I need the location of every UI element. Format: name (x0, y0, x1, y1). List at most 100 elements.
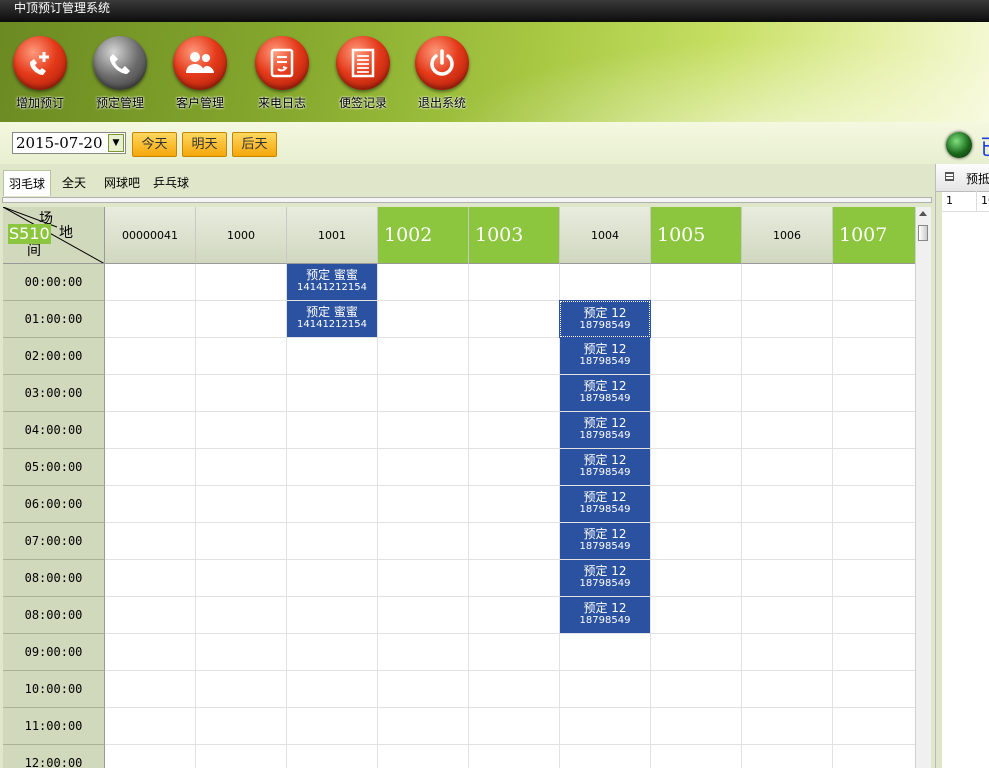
schedule-cell[interactable] (287, 708, 378, 745)
pane-splitter[interactable] (936, 164, 942, 768)
tomorrow-button[interactable]: 明天 (182, 132, 227, 157)
court-header[interactable]: 1002 (378, 207, 469, 264)
schedule-cell[interactable] (651, 597, 742, 634)
schedule-cell[interactable] (651, 338, 742, 375)
schedule-cell[interactable] (833, 264, 915, 301)
schedule-cell[interactable] (287, 449, 378, 486)
date-picker[interactable]: 2015-07-20 ▼ (12, 132, 126, 154)
booking-block[interactable]: 预定 12 18798549 (560, 597, 650, 633)
schedule-cell[interactable] (469, 412, 560, 449)
schedule-cell[interactable] (469, 301, 560, 338)
schedule-cell[interactable] (833, 338, 915, 375)
tab-table-tennis[interactable]: 乒乓球 (148, 170, 194, 196)
schedule-cell[interactable] (196, 523, 287, 560)
schedule-cell[interactable] (287, 560, 378, 597)
schedule-cell[interactable] (560, 671, 651, 708)
scroll-up-arrow-icon[interactable] (919, 211, 927, 216)
schedule-cell[interactable] (105, 745, 196, 768)
schedule-cell[interactable] (833, 745, 915, 768)
schedule-cell[interactable] (469, 634, 560, 671)
schedule-cell[interactable] (651, 671, 742, 708)
court-header[interactable]: 1005 (651, 207, 742, 264)
schedule-cell[interactable] (742, 634, 833, 671)
schedule-cell[interactable] (833, 523, 915, 560)
booking-block[interactable]: 预定 12 18798549 (560, 560, 650, 596)
schedule-cell[interactable] (287, 597, 378, 634)
schedule-cell[interactable] (196, 745, 287, 768)
schedule-cell[interactable] (105, 486, 196, 523)
schedule-cell[interactable] (651, 449, 742, 486)
schedule-cell[interactable] (378, 708, 469, 745)
booking-block[interactable]: 预定 12 18798549 (560, 523, 650, 559)
schedule-cell[interactable] (378, 523, 469, 560)
schedule-cell[interactable] (833, 486, 915, 523)
column-header[interactable]: 预抵 (966, 170, 989, 187)
tab-badminton[interactable]: 羽毛球 (3, 170, 52, 196)
schedule-cell[interactable] (196, 708, 287, 745)
schedule-cell[interactable] (742, 412, 833, 449)
schedule-cell[interactable] (651, 560, 742, 597)
court-header[interactable]: 1000 (196, 207, 287, 264)
schedule-cell[interactable] (742, 486, 833, 523)
schedule-cell[interactable] (105, 560, 196, 597)
booking-block[interactable]: 预定 12 18798549 (560, 412, 650, 448)
schedule-cell[interactable] (560, 264, 651, 301)
schedule-cell[interactable] (651, 264, 742, 301)
schedule-cell[interactable] (287, 486, 378, 523)
schedule-cell[interactable] (378, 486, 469, 523)
schedule-cell[interactable] (833, 375, 915, 412)
booking-block[interactable]: 预定 12 18798549 (560, 338, 650, 374)
customer-management-button[interactable]: 客户管理 (161, 34, 239, 114)
schedule-cell[interactable] (833, 449, 915, 486)
booking-management-button[interactable]: 预定管理 (81, 34, 159, 114)
schedule-cell[interactable] (651, 301, 742, 338)
schedule-cell[interactable] (833, 634, 915, 671)
schedule-cell[interactable] (196, 412, 287, 449)
schedule-cell[interactable] (378, 449, 469, 486)
schedule-cell[interactable] (105, 449, 196, 486)
schedule-cell[interactable] (560, 745, 651, 768)
schedule-cell[interactable] (287, 523, 378, 560)
schedule-cell[interactable] (105, 375, 196, 412)
schedule-cell[interactable] (196, 486, 287, 523)
court-header[interactable]: 1004 (560, 207, 651, 264)
schedule-cell[interactable] (651, 634, 742, 671)
schedule-cell[interactable] (105, 301, 196, 338)
court-header[interactable]: 1003 (469, 207, 560, 264)
schedule-cell[interactable] (378, 375, 469, 412)
vertical-scrollbar[interactable] (915, 207, 931, 768)
schedule-cell[interactable] (560, 708, 651, 745)
schedule-cell[interactable] (742, 301, 833, 338)
list-row[interactable]: 1 10 (942, 191, 989, 212)
schedule-cell[interactable] (469, 523, 560, 560)
schedule-cell[interactable] (287, 412, 378, 449)
schedule-cell[interactable] (287, 671, 378, 708)
booking-block[interactable]: 预定 12 18798549 (559, 300, 651, 338)
booking-block[interactable]: 预定 12 18798549 (560, 375, 650, 411)
court-header[interactable]: 00000041 (105, 207, 196, 264)
schedule-cell[interactable] (196, 375, 287, 412)
schedule-cell[interactable] (469, 597, 560, 634)
schedule-cell[interactable] (196, 560, 287, 597)
schedule-cell[interactable] (742, 745, 833, 768)
schedule-cell[interactable] (196, 449, 287, 486)
schedule-cell[interactable] (469, 338, 560, 375)
schedule-cell[interactable] (105, 634, 196, 671)
schedule-cell[interactable] (378, 745, 469, 768)
today-button[interactable]: 今天 (132, 132, 177, 157)
add-booking-button[interactable]: 增加预订 (1, 34, 79, 114)
schedule-cell[interactable] (742, 264, 833, 301)
schedule-cell[interactable] (469, 449, 560, 486)
schedule-cell[interactable] (469, 671, 560, 708)
schedule-cell[interactable] (833, 671, 915, 708)
schedule-cell[interactable] (742, 671, 833, 708)
schedule-cell[interactable] (105, 523, 196, 560)
schedule-cell[interactable] (378, 671, 469, 708)
tab-tennis[interactable]: 网球吧 (99, 170, 145, 196)
schedule-cell[interactable] (469, 486, 560, 523)
booking-block[interactable]: 预定 12 18798549 (560, 486, 650, 522)
booking-block[interactable]: 预定 蜜蜜 14141212154 (287, 264, 377, 300)
schedule-cell[interactable] (196, 338, 287, 375)
schedule-cell[interactable] (105, 412, 196, 449)
schedule-cell[interactable] (651, 486, 742, 523)
